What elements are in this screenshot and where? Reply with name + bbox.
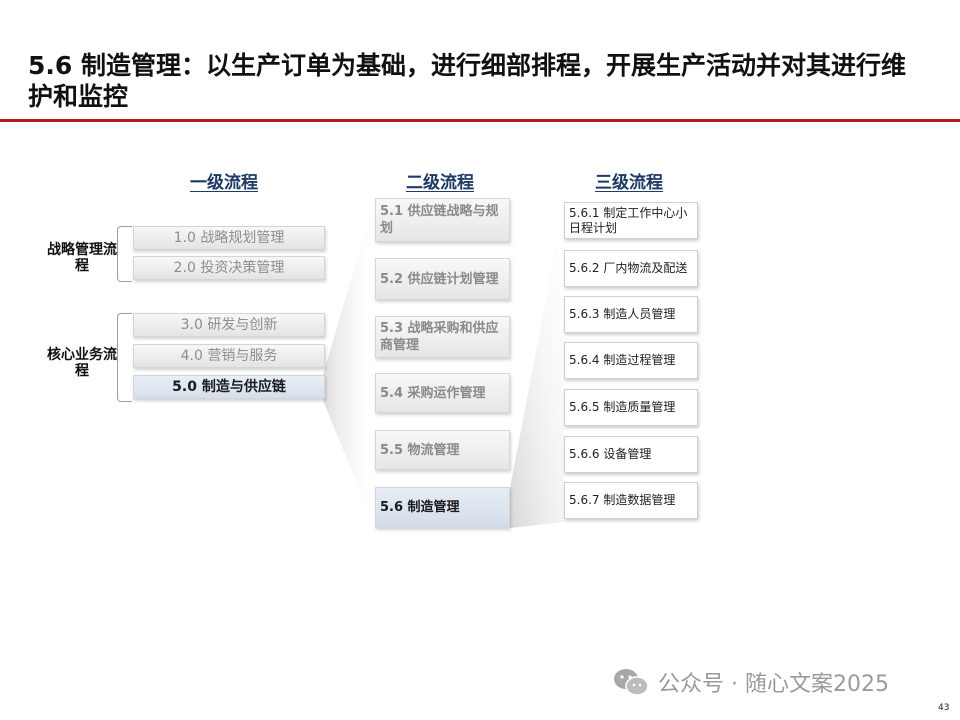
level2-item-5-4[interactable]: 5.4 采购运作管理 [375,373,510,413]
level2-item-5-5[interactable]: 5.5 物流管理 [375,430,510,470]
group-label-core: 核心业务流程 [47,347,117,379]
level3-item-5-6-6[interactable]: 5.6.6 设备管理 [564,436,698,473]
level1-item-investment[interactable]: 2.0 投资决策管理 [133,256,325,280]
level2-header: 二级流程 [406,173,474,193]
watermark-text: 公众号 · 随心文案2025 [658,672,889,697]
page-number: 43 [938,703,950,713]
level2-item-5-2[interactable]: 5.2 供应链计划管理 [375,258,510,300]
level2-item-5-3[interactable]: 5.3 战略采购和供应商管理 [375,316,510,358]
level1-item-manufacturing[interactable]: 5.0 制造与供应链 [133,375,325,399]
level1-header: 一级流程 [190,173,258,193]
level1-item-marketing[interactable]: 4.0 营销与服务 [133,344,325,368]
level3-item-5-6-4[interactable]: 5.6.4 制造过程管理 [564,342,698,379]
funnel-level1-to-level2 [323,198,375,528]
level3-item-5-6-5[interactable]: 5.6.5 制造质量管理 [564,389,698,426]
level2-item-5-6[interactable]: 5.6 制造管理 [375,487,510,528]
level3-item-5-6-3[interactable]: 5.6.3 制造人员管理 [564,296,698,333]
level1-item-rnd[interactable]: 3.0 研发与创新 [133,313,325,337]
group-label-strategy: 战略管理流程 [47,242,117,274]
wechat-icon [614,669,649,696]
level3-item-5-6-2[interactable]: 5.6.2 厂内物流及配送 [564,250,698,287]
bracket-core [117,313,132,402]
watermark: 公众号 · 随心文案2025 [612,666,889,698]
level3-item-5-6-1[interactable]: 5.6.1 制定工作中心小日程计划 [564,202,698,239]
funnel-level2-to-level3 [510,204,564,528]
bracket-strategy [117,226,132,282]
level3-item-5-6-7[interactable]: 5.6.7 制造数据管理 [564,482,698,519]
level1-item-strategy-planning[interactable]: 1.0 战略规划管理 [133,226,325,250]
level2-item-5-1[interactable]: 5.1 供应链战略与规划 [375,198,510,242]
level3-header: 三级流程 [595,173,663,193]
